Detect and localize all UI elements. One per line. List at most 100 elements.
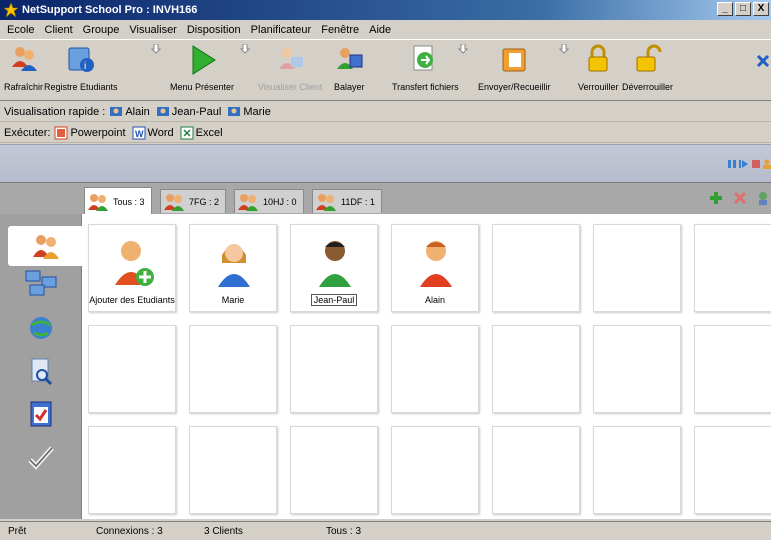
student-monitor-icon bbox=[156, 106, 169, 116]
group-icon bbox=[164, 193, 184, 211]
male-student-dark-icon bbox=[319, 241, 351, 287]
view-client-button[interactable]: Visualiser Client bbox=[258, 43, 322, 92]
sidebar-item-inventory[interactable] bbox=[10, 352, 72, 392]
quick-view-label: Visualisation rapide : bbox=[4, 105, 106, 118]
send-collect-button[interactable]: Envoyer/Recueillir bbox=[478, 43, 551, 92]
globe-search-icon bbox=[30, 317, 52, 339]
group-icon bbox=[88, 193, 108, 211]
group-properties-icon[interactable] bbox=[757, 191, 767, 205]
status-all: Tous : 3 bbox=[326, 526, 362, 537]
menu-client[interactable]: Client bbox=[40, 24, 78, 36]
lock-icon bbox=[588, 44, 608, 72]
female-student-icon bbox=[218, 244, 250, 287]
network-computers-icon bbox=[25, 270, 57, 296]
add-group-icon[interactable] bbox=[709, 191, 723, 205]
group-icon bbox=[316, 193, 336, 211]
student-card-alain[interactable]: Alain bbox=[391, 224, 479, 312]
scan-icon bbox=[337, 48, 363, 69]
users-small-icon[interactable] bbox=[763, 159, 771, 169]
maximize-button[interactable]: □ bbox=[735, 2, 751, 16]
tab-11df[interactable]: 11DF : 1 bbox=[312, 189, 382, 213]
lock-button[interactable]: Verrouiller bbox=[578, 43, 619, 92]
quick-view-jean-paul[interactable]: Jean-Paul bbox=[156, 105, 221, 119]
male-student-icon bbox=[420, 241, 452, 287]
empty-slot bbox=[492, 325, 580, 413]
empty-slot bbox=[391, 325, 479, 413]
empty-slot bbox=[694, 426, 771, 514]
close-button[interactable]: X bbox=[753, 2, 769, 16]
student-register-button[interactable]: i Registre Etudiants bbox=[44, 43, 118, 92]
empty-slot bbox=[391, 426, 479, 514]
execute-excel[interactable]: Excel bbox=[180, 126, 223, 140]
send-collect-icon bbox=[502, 48, 526, 72]
menu-groupe[interactable]: Groupe bbox=[78, 24, 125, 36]
menu-ecole[interactable]: Ecole bbox=[2, 24, 40, 36]
band-controls bbox=[727, 159, 771, 169]
add-student-icon bbox=[115, 241, 154, 286]
send-dropdown-arrow-icon[interactable] bbox=[559, 44, 569, 54]
execute-powerpoint[interactable]: Powerpoint bbox=[54, 126, 126, 140]
student-monitor-icon bbox=[228, 106, 241, 116]
empty-slot bbox=[593, 224, 681, 312]
toolbar-overflow-icon[interactable] bbox=[756, 54, 770, 68]
empty-slot bbox=[694, 325, 771, 413]
empty-slot bbox=[593, 325, 681, 413]
pen-check-icon bbox=[28, 446, 54, 470]
menu-aide[interactable]: Aide bbox=[364, 24, 396, 36]
status-bar: Prêt Connexions : 3 3 Clients Tous : 3 bbox=[0, 521, 771, 540]
present-menu-button[interactable]: Menu Présenter bbox=[170, 43, 234, 92]
sidebar-item-survey[interactable] bbox=[10, 394, 72, 434]
student-monitor-icon bbox=[110, 106, 123, 116]
register-dropdown-arrow-icon[interactable] bbox=[151, 44, 161, 54]
window-controls: _ □ X bbox=[717, 2, 769, 16]
play-small-icon[interactable] bbox=[739, 159, 749, 169]
execute-bar: Exécuter: Powerpoint W Word Excel bbox=[0, 123, 771, 143]
menu-disposition[interactable]: Disposition bbox=[182, 24, 246, 36]
add-students-card[interactable]: Ajouter des Etudiants bbox=[88, 224, 176, 312]
sidebar-item-internet[interactable] bbox=[10, 308, 72, 348]
unlock-button[interactable]: Déverrouiller bbox=[622, 43, 673, 92]
sidebar-item-students[interactable] bbox=[8, 226, 84, 266]
menu-bar: Ecole Client Groupe Visualiser Dispositi… bbox=[0, 20, 771, 39]
student-card-jean-paul[interactable]: Jean-Paul bbox=[290, 224, 378, 312]
delete-group-icon[interactable] bbox=[733, 191, 747, 205]
word-icon: W bbox=[132, 126, 146, 139]
stop-icon[interactable] bbox=[751, 159, 761, 169]
minimize-button[interactable]: _ bbox=[717, 2, 733, 16]
tab-7fg[interactable]: 7FG : 2 bbox=[160, 189, 227, 213]
quick-view-bar: Visualisation rapide : Alain Jean-Paul M… bbox=[0, 102, 771, 122]
empty-slot bbox=[189, 325, 277, 413]
empty-slot bbox=[593, 426, 681, 514]
play-icon bbox=[192, 45, 216, 75]
sidebar-item-network[interactable] bbox=[10, 264, 72, 304]
quick-view-alain[interactable]: Alain bbox=[109, 105, 150, 119]
student-grid: Ajouter des Etudiants Marie Jean-Paul Al… bbox=[82, 214, 771, 519]
pause-icon[interactable] bbox=[727, 159, 737, 169]
document-search-icon bbox=[31, 358, 53, 386]
tab-10hj[interactable]: 10HJ : 0 bbox=[234, 189, 304, 213]
menu-fenetre[interactable]: Fenêtre bbox=[316, 24, 364, 36]
sidebar-item-test[interactable] bbox=[10, 436, 72, 476]
netsupport-logo-icon bbox=[4, 3, 18, 17]
present-dropdown-arrow-icon[interactable] bbox=[240, 44, 250, 54]
powerpoint-icon bbox=[54, 126, 68, 139]
execute-word[interactable]: W Word bbox=[132, 126, 174, 140]
file-transfer-button[interactable]: Transfert fichiers bbox=[392, 43, 459, 92]
empty-slot bbox=[88, 325, 176, 413]
menu-visualiser[interactable]: Visualiser bbox=[124, 24, 182, 36]
scan-button[interactable]: Balayer bbox=[334, 43, 365, 92]
view-sidebar bbox=[0, 214, 84, 519]
transfer-dropdown-arrow-icon[interactable] bbox=[458, 44, 468, 54]
view-client-icon bbox=[279, 48, 304, 69]
empty-slot bbox=[88, 426, 176, 514]
unlock-icon bbox=[636, 44, 662, 72]
student-card-marie[interactable]: Marie bbox=[189, 224, 277, 312]
menu-planificateur[interactable]: Planificateur bbox=[246, 24, 317, 36]
svg-text:W: W bbox=[135, 129, 144, 139]
students-icon bbox=[33, 235, 59, 259]
quick-view-marie[interactable]: Marie bbox=[227, 105, 271, 119]
refresh-users-icon bbox=[11, 47, 37, 71]
title-bar: NetSupport School Pro : INVH166 _ □ X bbox=[0, 0, 771, 20]
tab-tous[interactable]: Tous : 3 bbox=[84, 187, 152, 215]
refresh-button[interactable]: Rafraîchir bbox=[4, 43, 43, 92]
